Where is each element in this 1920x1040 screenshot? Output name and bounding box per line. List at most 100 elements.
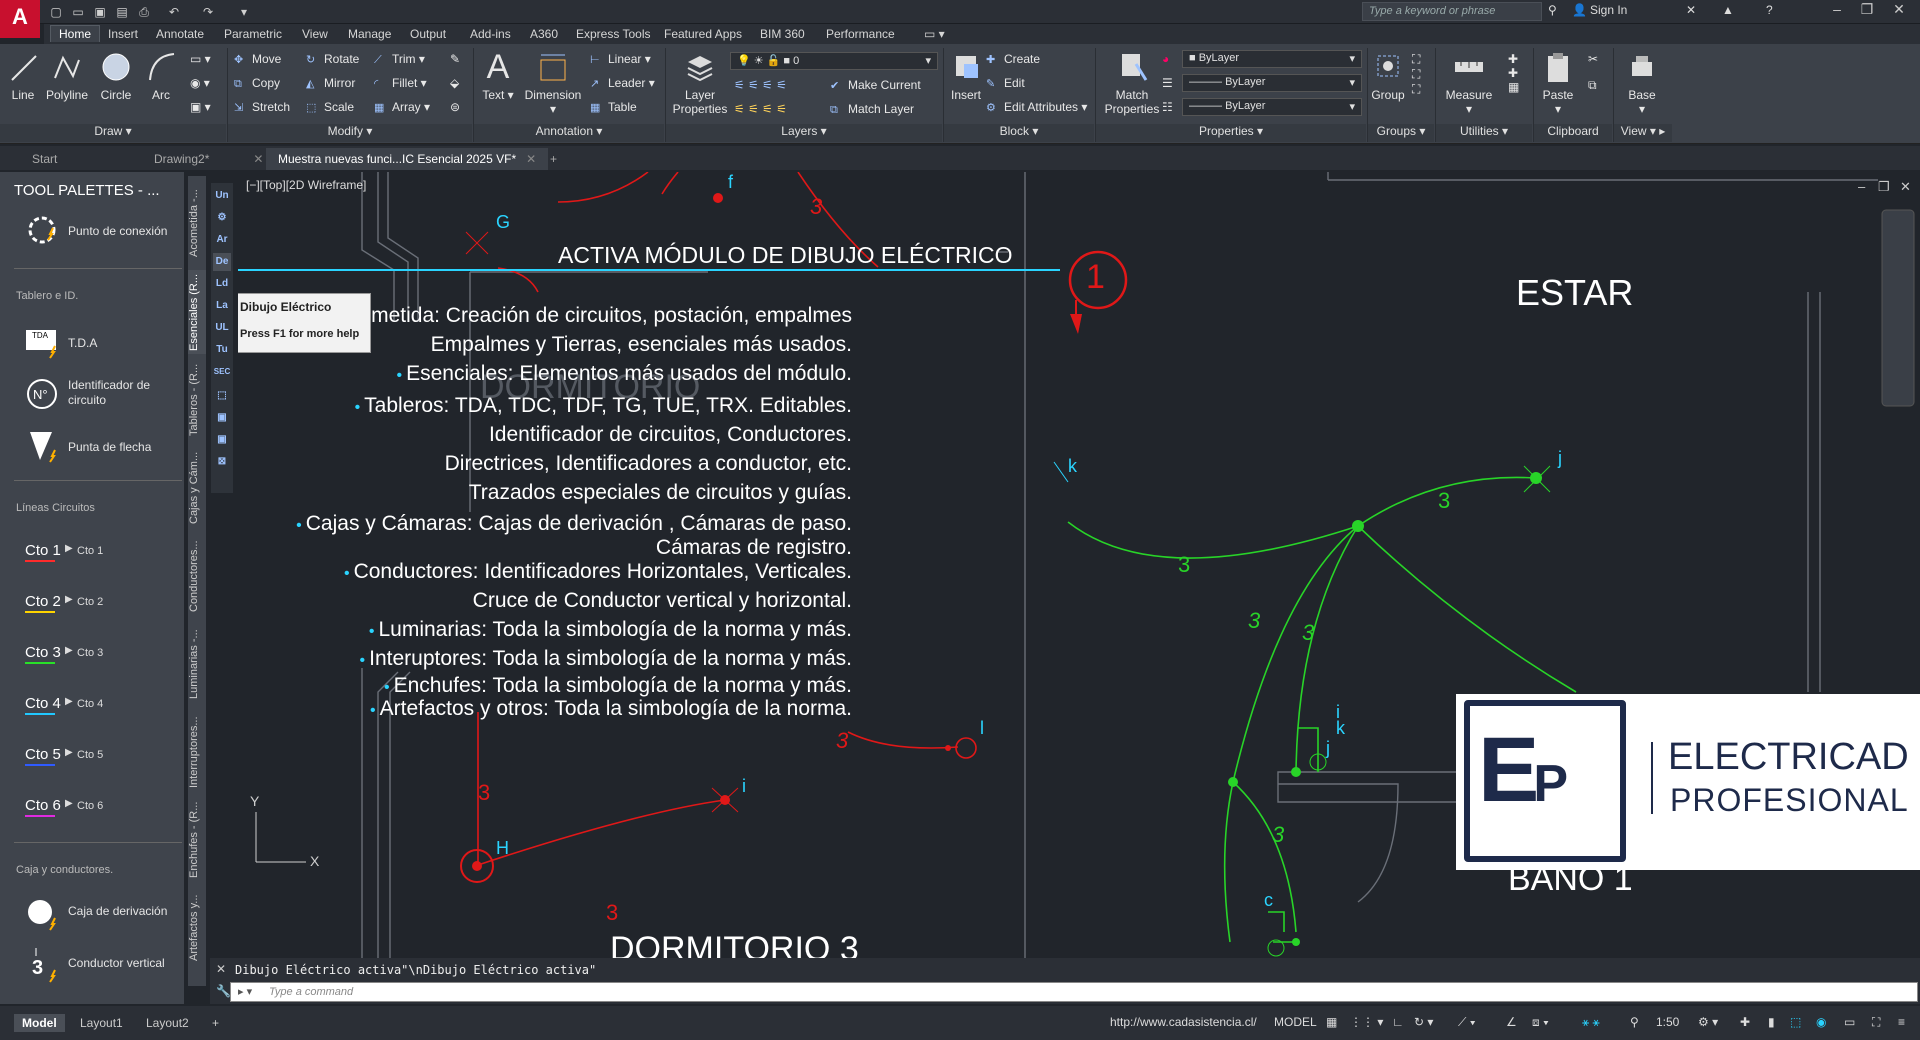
scale-button[interactable]: ⬚ Scale: [306, 100, 354, 114]
color-dropdown[interactable]: ■ ByLayer ▾: [1182, 50, 1362, 68]
view-panel-title[interactable]: View ▾ ▸: [1614, 124, 1672, 142]
clean-screen-icon[interactable]: ⛶: [1872, 1015, 1880, 1030]
cut-icon[interactable]: ✂: [1588, 52, 1598, 66]
properties-panel-title[interactable]: Properties ▾: [1096, 124, 1366, 142]
tab-layout2[interactable]: Layout2: [138, 1014, 197, 1032]
lineweight-dropdown[interactable]: ——— ByLayer ▾: [1182, 98, 1362, 116]
tab-featured-apps[interactable]: Featured Apps: [656, 26, 750, 42]
match-properties-button[interactable]: Match Properties: [1104, 50, 1160, 116]
palette-tab-artefactos[interactable]: Artefactos y...: [188, 886, 206, 970]
tab-layout1[interactable]: Layout1: [72, 1014, 131, 1032]
utility-tools-icon[interactable]: ✚ ✚ ▦: [1508, 52, 1519, 94]
minimize-button[interactable]: –: [1822, 1, 1852, 21]
tab-manage[interactable]: Manage: [340, 26, 399, 42]
lineweight-icon[interactable]: ☷: [1162, 100, 1173, 114]
fillet-button[interactable]: ◜ Fillet ▾: [374, 76, 427, 90]
array-button[interactable]: ▦ Array ▾: [374, 100, 430, 114]
palette-tab-esenciales[interactable]: Esenciales (R...: [188, 270, 206, 354]
palette-tab-enchufes[interactable]: Enchufes - (R...: [188, 798, 206, 882]
user-icon[interactable]: 👤: [1572, 3, 1587, 17]
copy-clip-icon[interactable]: ⧉: [1588, 78, 1597, 93]
cto1-tool[interactable]: Cto 1 ▶ Cto 1: [25, 542, 103, 562]
model-space-toggle[interactable]: MODEL: [1274, 1015, 1317, 1029]
hatch-icon[interactable]: ◉ ▾: [190, 76, 210, 90]
move-button[interactable]: ✥ Move: [234, 52, 281, 66]
viewport-close-icon[interactable]: ✕: [1900, 179, 1911, 195]
sec-button[interactable]: SEC: [213, 363, 231, 381]
layer-tools-2-icon[interactable]: ⚟ ⚟ ⚟ ⚟: [734, 102, 787, 116]
redo-icon[interactable]: ↷: [200, 4, 216, 20]
match-layer-button[interactable]: ⧉ Match Layer: [830, 102, 914, 117]
cto5-tool[interactable]: Cto 5 ▶ Cto 5: [25, 746, 103, 766]
binoculars-icon[interactable]: ⚲: [1548, 3, 1557, 17]
block2-icon[interactable]: ▣: [213, 431, 231, 449]
mirror-button[interactable]: ◭ Mirror: [306, 76, 355, 90]
annotation-scale-value[interactable]: 1:50: [1656, 1015, 1679, 1029]
boundary-icon[interactable]: ▣ ▾: [190, 100, 211, 114]
palette-tab-acometida[interactable]: Acometida -...: [188, 180, 206, 266]
viewport-restore-icon[interactable]: ❐: [1878, 179, 1890, 195]
layers-panel-title[interactable]: Layers ▾: [666, 124, 942, 142]
paste-button[interactable]: Paste ▾: [1540, 50, 1576, 116]
tu-button[interactable]: Tu: [213, 341, 231, 359]
arc-button[interactable]: Arc: [146, 50, 176, 102]
linetype-dropdown[interactable]: ——— ByLayer ▾: [1182, 74, 1362, 92]
open-icon[interactable]: ▭: [70, 4, 86, 20]
quick-properties-icon[interactable]: ⬚: [1790, 1015, 1801, 1029]
linear-button[interactable]: ⊢ Linear ▾: [590, 52, 651, 66]
command-settings-icon[interactable]: 🔧: [216, 984, 231, 998]
palette-tab-cajas[interactable]: Cajas y Cám...: [188, 446, 206, 530]
palette-tab-luminarias[interactable]: Luminarias -...: [188, 622, 206, 706]
layer-dropdown[interactable]: 💡 ☀ 🔓 ■ 0 ▾: [730, 52, 938, 70]
new-tab-button[interactable]: +: [538, 148, 569, 170]
arquitectura-button[interactable]: Ar: [213, 231, 231, 249]
draw-panel-title[interactable]: Draw ▾: [0, 124, 226, 142]
help-icon[interactable]: ?: [1766, 3, 1773, 17]
sign-in-link[interactable]: Sign In: [1590, 3, 1627, 17]
edit-attributes-button[interactable]: ⚙ Edit Attributes ▾: [986, 100, 1087, 114]
table-button[interactable]: ▦ Table: [590, 100, 637, 114]
tab-performance[interactable]: Performance: [818, 26, 903, 42]
rotate-button[interactable]: ↻ Rotate: [306, 52, 359, 66]
osnap-icon[interactable]: ⟋ ▾: [1458, 1015, 1476, 1030]
command-input[interactable]: Type a command: [230, 982, 1918, 1002]
circle-button[interactable]: Circle: [98, 50, 134, 102]
tab-insert[interactable]: Insert: [100, 26, 146, 42]
ld-button[interactable]: Ld: [213, 275, 231, 293]
autodesk-icon[interactable]: ▲: [1722, 3, 1734, 17]
measure-button[interactable]: Measure ▾: [1442, 50, 1496, 116]
tab-drawing2[interactable]: Drawing2* ✕: [142, 148, 275, 170]
cto4-tool[interactable]: Cto 4 ▶ Cto 4: [25, 695, 103, 715]
tab-a360[interactable]: A360: [522, 26, 566, 42]
grid-icon[interactable]: ▦: [1326, 1015, 1337, 1029]
tab-output[interactable]: Output: [402, 26, 454, 42]
close-tab-icon[interactable]: ✕: [526, 152, 536, 166]
select-icon[interactable]: ⬚: [213, 387, 231, 405]
ortho-icon[interactable]: ∟: [1392, 1015, 1404, 1029]
tab-parametric[interactable]: Parametric: [216, 26, 290, 42]
trim-button[interactable]: ⟋ Trim ▾: [374, 52, 425, 67]
annotation-visibility-icon[interactable]: ⚲: [1630, 1015, 1639, 1029]
exchange-icon[interactable]: ✕: [1686, 3, 1696, 17]
tab-annotate[interactable]: Annotate: [148, 26, 212, 42]
explode-icon[interactable]: ⬙: [450, 76, 459, 90]
layer-tools-icon[interactable]: ⚟ ⚟ ⚟ ⚟: [734, 78, 787, 92]
create-block-button[interactable]: ✚ Create: [986, 52, 1040, 66]
make-current-button[interactable]: ✔ Make Current: [830, 78, 921, 92]
dimension-button[interactable]: Dimension ▾: [522, 50, 584, 116]
viewport-controls[interactable]: [−][Top][2D Wireframe]: [246, 178, 366, 192]
dyn-icon[interactable]: ⧈ ▾: [1532, 1015, 1549, 1030]
save-as-icon[interactable]: ▤: [114, 4, 130, 20]
edit-block-button[interactable]: ✎ Edit: [986, 76, 1025, 90]
add-layout-button[interactable]: +: [204, 1014, 227, 1032]
ul-button[interactable]: UL: [213, 319, 231, 337]
line-button[interactable]: Line: [8, 50, 38, 102]
linetype-icon[interactable]: ☰: [1162, 76, 1173, 90]
tab-view[interactable]: View: [294, 26, 336, 42]
hardware-accel-icon[interactable]: ▭: [1844, 1015, 1855, 1029]
rectangle-icon[interactable]: ▭ ▾: [190, 52, 211, 66]
autocad-logo-icon[interactable]: A: [0, 0, 40, 38]
cto6-tool[interactable]: Cto 6 ▶ Cto 6: [25, 797, 103, 817]
modify-panel-title[interactable]: Modify ▾: [228, 124, 472, 142]
tab-muestra[interactable]: Muestra nuevas funci...IC Esencial 2025 …: [266, 148, 549, 170]
